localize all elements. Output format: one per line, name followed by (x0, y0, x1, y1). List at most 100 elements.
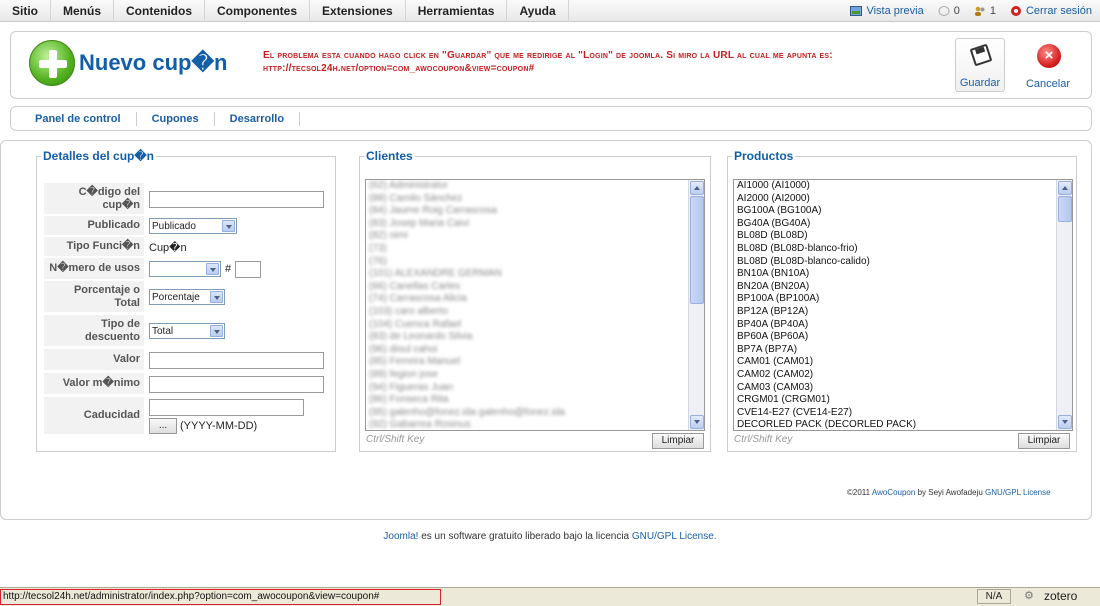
save-button[interactable]: Guardar (955, 38, 1005, 92)
clients-option[interactable]: (94) Figueras Juan (366, 382, 704, 395)
clients-option[interactable]: (103) caro alberto (366, 306, 704, 319)
page-footer: Joomla! es un software gratuito liberado… (0, 531, 1100, 542)
date-picker-button[interactable]: ... (149, 417, 177, 434)
messages-indicator[interactable]: 0 (938, 5, 960, 17)
scroll-down-icon[interactable] (1058, 415, 1072, 429)
menu-extensiones[interactable]: Extensiones (310, 0, 406, 22)
clients-option[interactable]: (73) (366, 243, 704, 256)
joomla-link[interactable]: Joomla! (383, 531, 418, 542)
products-option[interactable]: BP100A (BP100A) (734, 293, 1072, 306)
clients-option[interactable]: (83) Josep Maria Caivi (366, 218, 704, 231)
products-option[interactable]: BL08D (BL08D) (734, 230, 1072, 243)
products-option[interactable]: CAM01 (CAM01) (734, 356, 1072, 369)
clients-option[interactable]: (62) Administrator (366, 180, 704, 193)
products-option[interactable]: BG100A (BG100A) (734, 205, 1072, 218)
clients-option[interactable]: (101) ALEXANDRE GERMAN (366, 268, 704, 281)
clients-option[interactable]: (83) de Leonardo Silvia (366, 331, 704, 344)
clients-option[interactable]: (96) dioul cahoi (366, 344, 704, 357)
menu-componentes[interactable]: Componentes (205, 0, 311, 22)
uses-count-input[interactable] (235, 260, 262, 278)
clients-option[interactable]: (85) Ferreira Manuel (366, 356, 704, 369)
row-function-type: Tipo Funci�n Cup�n (44, 237, 187, 257)
subnav-coupons[interactable]: Cupones (137, 111, 215, 126)
users-indicator[interactable]: 1 (974, 5, 996, 17)
clients-option[interactable]: (74) Carrascosa Alicia (366, 293, 704, 306)
chevron-down-icon (222, 220, 235, 232)
products-option[interactable]: CAM02 (CAM02) (734, 369, 1072, 382)
clients-option[interactable]: (66) Canellas Carles (366, 281, 704, 294)
products-option[interactable]: CAM03 (CAM03) (734, 382, 1072, 395)
clients-scrollbar[interactable] (688, 180, 704, 430)
preview-link[interactable]: Vista previa (850, 5, 924, 17)
products-option[interactable]: AI1000 (AI1000) (734, 180, 1072, 193)
scroll-thumb[interactable] (690, 196, 704, 304)
products-option[interactable]: BG40A (BG40A) (734, 218, 1072, 231)
subnav-control-panel[interactable]: Panel de control (25, 111, 137, 126)
products-option[interactable]: BP12A (BP12A) (734, 306, 1072, 319)
scroll-down-icon[interactable] (690, 415, 704, 429)
clients-option[interactable]: (88) Camilo Sánchez (366, 193, 704, 206)
products-option[interactable]: DECORLED PACK (DECORLED PACK) (734, 419, 1072, 430)
products-option[interactable]: BL08D (BL08D-blanco-calido) (734, 256, 1072, 269)
menu-contenidos[interactable]: Contenidos (114, 0, 206, 22)
products-clear-button[interactable]: Limpiar (1018, 433, 1070, 449)
published-select[interactable]: Publicado (149, 218, 237, 234)
scroll-thumb[interactable] (1058, 196, 1072, 222)
products-option[interactable]: BP7A (BP7A) (734, 344, 1072, 357)
clients-option[interactable]: (82) oimi (366, 230, 704, 243)
clients-option[interactable]: (95) galenho@fonez.ida galenho@fonez.ida (366, 407, 704, 420)
clients-option[interactable]: (89) fegion jose (366, 369, 704, 382)
products-listbox[interactable]: AI1000 (AI1000) AI2000 (AI2000) BG100A (BG… (733, 179, 1073, 431)
scroll-up-icon[interactable] (690, 181, 704, 195)
chevron-down-icon (206, 263, 219, 275)
code-input[interactable] (149, 190, 324, 208)
products-option[interactable]: BL08D (BL08D-blanco-frio) (734, 243, 1072, 256)
clients-option[interactable]: (104) Cuenca Rafael (366, 319, 704, 332)
uses-select[interactable] (149, 261, 221, 277)
logout-label[interactable]: Cerrar sesión (1026, 5, 1092, 17)
menu-herramientas[interactable]: Herramientas (406, 0, 508, 22)
expiry-label: Caducidad (44, 397, 144, 435)
logout-link[interactable]: Cerrar sesión (1010, 5, 1092, 17)
preview-icon (850, 5, 863, 16)
menu-sitio[interactable]: Sitio (0, 0, 51, 22)
submenu: Panel de control Cupones Desarrollo (10, 106, 1092, 131)
clients-option[interactable]: (84) Jaume Roig Carrascosa (366, 205, 704, 218)
row-discount-type: Tipo de descuento Total (44, 315, 225, 347)
clients-option[interactable]: (76) (366, 256, 704, 269)
status-url: http://tecsol24h.net/administrator/index… (0, 589, 441, 605)
awocoupon-link[interactable]: AwoCoupon (872, 488, 915, 497)
zotero-button[interactable]: ⚙ zotero (1024, 589, 1077, 603)
min-value-input[interactable] (149, 375, 324, 393)
products-option[interactable]: BP60A (BP60A) (734, 331, 1072, 344)
clients-clear-button[interactable]: Limpiar (652, 433, 704, 449)
gpl-link[interactable]: GNU/GPL License (985, 488, 1051, 497)
percent-total-select[interactable]: Porcentaje (149, 289, 225, 305)
products-option[interactable]: CRGM01 (CRGM01) (734, 394, 1072, 407)
clients-option[interactable]: (86) Fonseca Rita (366, 394, 704, 407)
menu-ayuda[interactable]: Ayuda (507, 0, 569, 22)
copyright-author: by Seyi Awofadeju (917, 488, 983, 497)
coupon-details-fieldset: Detalles del cup�n C�digo del cup�n Publ… (36, 149, 336, 452)
cancel-button[interactable]: × Cancelar (1023, 38, 1073, 92)
value-input[interactable] (149, 351, 324, 369)
add-coupon-icon (29, 40, 75, 86)
subnav-development[interactable]: Desarrollo (215, 111, 301, 126)
scroll-up-icon[interactable] (1058, 181, 1072, 195)
chevron-down-icon (210, 291, 223, 303)
products-option[interactable]: AI2000 (AI2000) (734, 193, 1072, 206)
clients-listbox[interactable]: (62) Administrator (88) Camilo Sánchez (84… (365, 179, 705, 431)
products-option[interactable]: BP40A (BP40A) (734, 319, 1072, 332)
preview-label[interactable]: Vista previa (866, 5, 923, 17)
products-option[interactable]: CVE14-E27 (CVE14-E27) (734, 407, 1072, 420)
products-option[interactable]: BN10A (BN10A) (734, 268, 1072, 281)
clients-option[interactable]: (92) Gabarrea Rosinus (366, 419, 704, 430)
discount-type-select[interactable]: Total (149, 323, 225, 339)
products-scrollbar[interactable] (1056, 180, 1072, 430)
menu-menus[interactable]: Menús (51, 0, 115, 22)
footer-license-link[interactable]: GNU/GPL License. (632, 531, 717, 542)
products-hint: Ctrl/Shift Key (734, 434, 793, 445)
products-option[interactable]: BN20A (BN20A) (734, 281, 1072, 294)
percent-total-value: Porcentaje (152, 291, 200, 303)
expiry-input[interactable] (149, 398, 304, 416)
